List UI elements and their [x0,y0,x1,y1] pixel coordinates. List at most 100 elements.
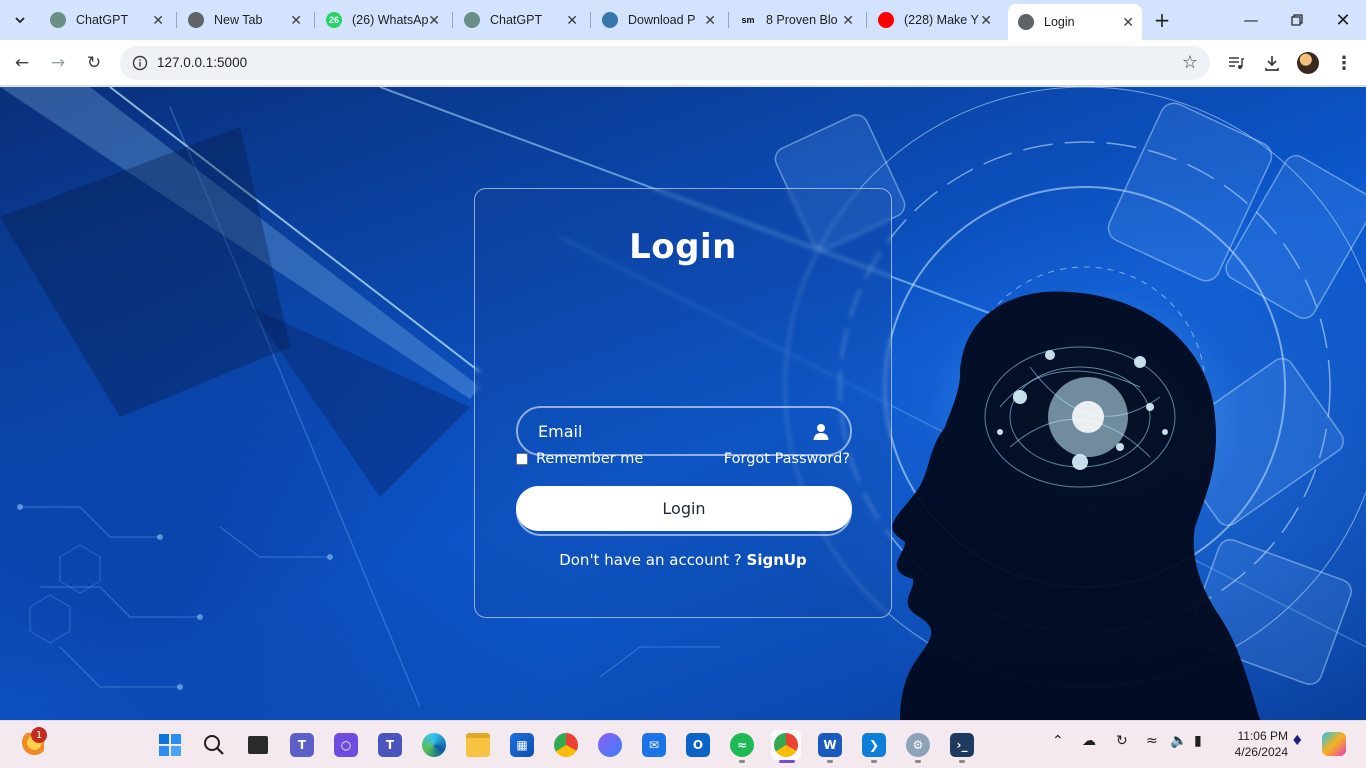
email-input[interactable] [518,408,850,454]
task-view-button[interactable] [243,730,273,760]
new-tab-button[interactable]: + [1150,8,1174,32]
tab-5[interactable]: sm 8 Proven Blo ✕ [730,6,862,34]
close-icon[interactable]: ✕ [152,12,164,29]
forgot-password-link[interactable]: Forgot Password? [724,451,850,467]
chevron-up-icon: ⌃ [1052,733,1064,749]
tab-0[interactable]: ChatGPT ✕ [40,6,172,34]
media-controls-button[interactable] [1222,49,1250,77]
close-icon[interactable]: ✕ [428,12,440,29]
close-icon[interactable]: ✕ [980,12,992,29]
notification-bell-icon[interactable]: ♦ [1291,733,1304,749]
login-button[interactable]: Login [516,486,852,531]
sm-icon: sm [741,15,755,25]
show-hidden-icons-button[interactable]: ⌃ [1052,733,1064,749]
tab-separator [176,12,177,28]
close-icon[interactable]: ✕ [566,12,578,29]
profile-button[interactable] [1294,49,1322,77]
copilot-app-button[interactable] [595,730,625,760]
tab-separator [590,12,591,28]
restore-button[interactable] [1274,0,1320,40]
tab-title: 8 Proven Blo [766,13,838,27]
download-icon [1265,56,1279,71]
sync-icon[interactable]: ↻ [1116,733,1128,749]
whatsapp-icon: 26 [326,12,342,28]
tab-title: (228) Make Y [904,13,979,27]
teams-chat-button[interactable]: T [287,730,317,760]
restore-icon [1291,14,1303,26]
close-icon[interactable]: ✕ [704,12,716,29]
forward-button[interactable]: → [44,49,72,77]
login-title: Login [629,227,737,267]
volume-icon[interactable]: 🔈 [1170,733,1187,749]
spotify-button[interactable]: ≈ [727,730,757,760]
arrow-right-icon: → [50,53,66,73]
onedrive-icon[interactable]: ☁ [1082,733,1096,749]
login-card: Login Remember me Forgot Password? Login… [474,188,892,618]
remember-me[interactable]: Remember me [516,451,643,467]
tab-1[interactable]: New Tab ✕ [178,6,310,34]
tab-search-button[interactable] [8,8,32,32]
running-indicator [959,760,965,763]
notification-badge: 1 [31,727,47,743]
wifi-icon[interactable]: ≈ [1146,733,1158,749]
chrome-button[interactable] [771,730,801,760]
remember-me-checkbox[interactable] [516,453,528,465]
mail-button[interactable]: ✉ [639,730,669,760]
battery-icon[interactable]: ▮ [1194,733,1202,749]
terminal-button[interactable]: ›_ [947,730,977,760]
clock[interactable]: 11:06 PM 4/26/2024 [1222,728,1288,760]
copilot-icon [598,733,622,757]
bookmark-star-icon[interactable]: ☆ [1182,52,1198,73]
task-view-icon [248,736,268,754]
settings-app-button[interactable]: ⚙ [903,730,933,760]
tab-7[interactable]: Login ✕ [1008,4,1142,40]
close-icon[interactable]: ✕ [1122,14,1134,31]
cortana-button[interactable]: ○ [331,730,361,760]
email-field[interactable] [516,406,852,456]
address-bar[interactable]: 127.0.0.1:5000 ☆ [120,46,1210,80]
back-button[interactable]: ← [8,49,36,77]
page-viewport: Login Remember me Forgot Password? Login… [0,87,1366,720]
windows-icon [159,734,181,756]
tab-title: New Tab [214,13,263,27]
chatgpt-icon [464,12,480,28]
site-info-icon[interactable] [130,53,150,73]
teams-button[interactable]: T [375,730,405,760]
tab-2[interactable]: 26 (26) WhatsAp ✕ [316,6,448,34]
user-icon [813,424,829,440]
store-button[interactable]: ▦ [507,730,537,760]
playlist-icon [1229,57,1244,69]
tab-4[interactable]: Download P ✕ [592,6,724,34]
file-explorer-button[interactable] [463,730,493,760]
minimize-button[interactable]: — [1228,0,1274,40]
tab-3[interactable]: ChatGPT ✕ [454,6,586,34]
vscode-button[interactable]: ❯ [859,730,889,760]
downloads-button[interactable] [1258,49,1286,77]
tab-title: (26) WhatsAp [352,13,429,27]
tab-separator [728,12,729,28]
search-button[interactable] [199,730,229,760]
more-vertical-icon: ⋮ [1335,52,1353,74]
word-icon: W [818,733,842,757]
tab-6[interactable]: (228) Make Y ✕ [868,6,1000,34]
chrome-dev-button[interactable] [551,730,581,760]
teams-chat-icon: T [290,733,314,757]
close-icon[interactable]: ✕ [290,12,302,29]
signup-link[interactable]: SignUp [747,551,807,569]
outlook-button[interactable]: O [683,730,713,760]
close-icon[interactable]: ✕ [842,12,854,29]
browser-menu-button[interactable]: ⋮ [1330,49,1358,77]
chevron-down-icon [15,17,25,24]
signup-prompt-text: Don't have an account ? [559,551,747,569]
url-text: 127.0.0.1:5000 [157,55,248,70]
tab-title: Download P [628,13,696,27]
cortana-icon: ○ [334,733,358,757]
start-button[interactable] [155,730,185,760]
reload-icon: ↻ [86,53,102,73]
outlook-icon: O [686,733,710,757]
word-button[interactable]: W [815,730,845,760]
close-window-button[interactable]: ✕ [1320,0,1366,40]
edge-button[interactable] [419,730,449,760]
copilot-icon[interactable] [1322,732,1346,756]
reload-button[interactable]: ↻ [80,49,108,77]
